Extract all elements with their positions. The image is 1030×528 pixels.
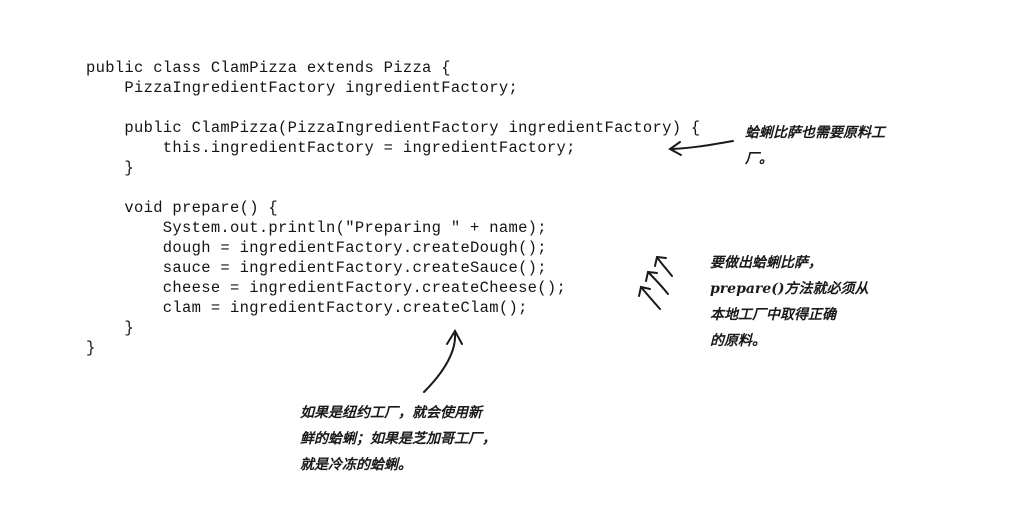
constructor-arrow-icon <box>668 140 734 156</box>
clam-arrow-icon <box>423 328 463 393</box>
clam-note: 如果是纽约工厂，就会使用新 鲜的蛤蜊；如果是芝加哥工厂， 就是冷冻的蛤蜊。 <box>300 400 496 478</box>
constructor-note: 蛤蜊比萨也需要原料工 厂。 <box>745 120 885 172</box>
note-line: 厂。 <box>745 151 773 167</box>
annotation-arrows <box>423 140 734 393</box>
note-line: 如果是纽约工厂，就会使用新 <box>300 405 482 421</box>
note-line: 的原料。 <box>710 333 766 349</box>
note-line: prepare()方法就必须从 <box>710 281 869 297</box>
note-line: 蛤蜊比萨也需要原料工 <box>745 125 885 141</box>
prepare-arrows-icon <box>638 255 673 310</box>
prepare-note: 要做出蛤蜊比萨， prepare()方法就必须从 本地工厂中取得正确 的原料。 <box>710 250 868 354</box>
note-line: 要做出蛤蜊比萨， <box>710 255 822 271</box>
note-line: 本地工厂中取得正确 <box>710 307 836 323</box>
note-line: 鲜的蛤蜊；如果是芝加哥工厂， <box>300 431 496 447</box>
note-line: 就是冷冻的蛤蜊。 <box>300 457 412 473</box>
